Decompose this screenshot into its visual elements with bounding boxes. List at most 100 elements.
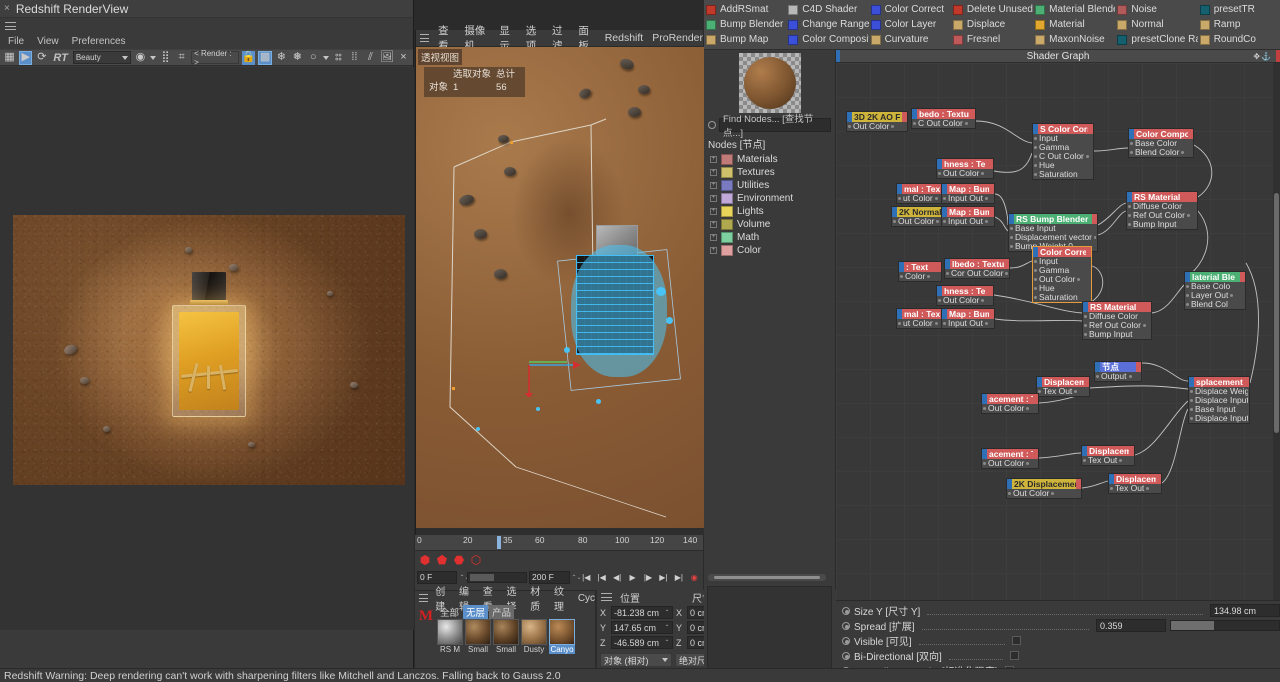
node-port[interactable]: Gamma — [1034, 266, 1090, 275]
key-point-icon[interactable]: ⬡ — [469, 553, 483, 567]
node-port[interactable]: ut Color — [898, 194, 944, 203]
node-tool-ramp[interactable]: Ramp — [1200, 17, 1280, 32]
node-tool-maxonnoise[interactable]: MaxonNoise — [1035, 32, 1115, 47]
pos-y-field[interactable]: 147.65 cm⌃ — [611, 621, 673, 634]
node-port[interactable]: Displace Weight — [1190, 387, 1248, 396]
node-bump-map-1[interactable]: Map : Bump Input Out — [941, 183, 995, 204]
hamburger-icon[interactable] — [5, 22, 16, 30]
viewport-scrollbar[interactable] — [416, 528, 704, 535]
close-icon[interactable]: × — [4, 3, 10, 14]
expand-node-icon[interactable]: + — [710, 156, 717, 163]
expand-node-icon[interactable]: + — [710, 195, 717, 202]
grid-icon[interactable]: ⣿ — [159, 51, 172, 65]
image-icon[interactable]: 🖼 — [380, 51, 394, 65]
node-port[interactable]: Out Color — [938, 169, 992, 178]
node-port[interactable]: Base Color — [1130, 139, 1192, 148]
material-tab-product[interactable]: 产品 — [489, 605, 514, 619]
node-port[interactable]: Hue — [1034, 284, 1090, 293]
close-small-icon[interactable]: × — [397, 51, 410, 65]
node-albedo-texture-2[interactable]: lbedo : Textur Cor Out Color — [944, 258, 1010, 279]
node-tool-presettr[interactable]: presetTR — [1200, 2, 1280, 17]
stepper-icon[interactable]: ⌃ — [664, 609, 670, 616]
chevron-down-icon[interactable] — [323, 56, 329, 60]
node-port[interactable]: ut Color — [898, 319, 944, 328]
node-3d-2k-ao[interactable]: 3D 2K AO F Out Color — [846, 111, 908, 132]
node-color-correct-2[interactable]: Color Corre Input Gamma Out Color Hue Sa… — [1032, 246, 1092, 303]
keyframe-icon[interactable]: ⬣ — [452, 553, 466, 567]
node-port[interactable]: Layer Out — [1186, 291, 1244, 300]
record-key-icon[interactable]: ⬢ — [418, 553, 432, 567]
node-port[interactable]: Ref Out Color — [1084, 321, 1150, 330]
selection-handle[interactable] — [510, 141, 513, 144]
pixel-grid-icon[interactable]: ▩ — [258, 51, 271, 65]
node-albedo-texture-1[interactable]: bedo : Textu C Out Color — [911, 108, 976, 129]
node-displacement-texture-1[interactable]: acement : Te Out Color — [981, 393, 1039, 414]
play-icon[interactable]: ▶ — [19, 51, 32, 65]
menu-file[interactable]: File — [8, 36, 24, 47]
node-port[interactable]: Displacement vector — [1010, 233, 1096, 242]
renderview-canvas[interactable]: Frame 35: 2021-11-21 23:24:43 (55.79s) D… — [0, 67, 414, 630]
node-port[interactable]: Out Color — [893, 217, 947, 226]
node-tool-color-composite[interactable]: Color Composite — [788, 32, 868, 47]
lock-icon[interactable]: 🔒 — [242, 51, 256, 65]
node-port[interactable]: Diffuse Color — [1084, 312, 1150, 321]
node-category-materials[interactable]: +Materials — [704, 153, 835, 166]
node-bump-map-2[interactable]: Map : Bump Input Out — [941, 206, 995, 227]
node-port[interactable]: Diffuse Color — [1128, 202, 1196, 211]
go-to-end-icon[interactable]: ▶| — [672, 570, 685, 584]
node-panel-detail-area[interactable] — [707, 586, 832, 678]
node-port[interactable]: Out Color — [1008, 489, 1080, 498]
node-port[interactable]: Saturation — [1034, 170, 1092, 179]
node-port[interactable]: Input Out — [943, 194, 993, 203]
mm-menu-texture[interactable]: 纹理 — [554, 583, 571, 613]
snowflake-icon[interactable]: ❄ — [275, 51, 288, 65]
go-to-start-icon[interactable]: |◀ — [580, 570, 593, 584]
node-tool-material-blender[interactable]: Material Blender — [1035, 2, 1115, 17]
region-alt-icon[interactable]: ⁞⁞ — [348, 51, 361, 65]
node-port[interactable]: Out Color — [983, 459, 1037, 468]
crop-icon[interactable]: ⌗ — [175, 51, 188, 65]
node-tool-c4d-shader[interactable]: C4D Shader — [788, 2, 868, 17]
node-port[interactable]: C Out Color — [913, 119, 974, 128]
node-tool-addrsmat[interactable]: AddRSmat — [706, 2, 786, 17]
timeline-ruler[interactable]: 0 20 35 60 80 100 120 140 — [415, 535, 703, 551]
node-rs-material-1[interactable]: RS Material Diffuse Color Ref Out Color … — [1126, 191, 1198, 230]
node-port[interactable]: Tex Out — [1083, 456, 1133, 465]
material-tab-nolayer[interactable]: 无层 — [463, 605, 488, 619]
node-tool-change-range[interactable]: Change Range — [788, 17, 868, 32]
node-port[interactable]: Input Out — [943, 217, 993, 226]
node-category-volume[interactable]: +Volume — [704, 218, 835, 231]
node-material-blender[interactable]: laterial Ble Base Colo Layer Out Blend C… — [1184, 271, 1246, 310]
node-tool-delete-unused[interactable]: Delete Unused Node — [953, 2, 1033, 17]
prev-key-icon[interactable]: |◀ — [595, 570, 608, 584]
node-displacement-blender[interactable]: splacement Bl Displace Weight Displace I… — [1188, 376, 1250, 424]
circle-icon[interactable]: ○ — [307, 51, 320, 65]
expand-node-icon[interactable]: + — [710, 169, 717, 176]
stepper-icon[interactable]: ⌃ — [664, 624, 670, 631]
viewport-3d-scene[interactable]: 透视视图 选取对象 总计 对象 1 56 — [416, 47, 704, 535]
node-port[interactable]: Out Color — [1034, 275, 1090, 284]
start-frame-stepper[interactable]: ⌃⌄ — [459, 574, 465, 581]
node-port[interactable]: Blend Color — [1130, 148, 1192, 157]
hamburger-icon[interactable] — [420, 34, 429, 42]
node-tool-bump-map[interactable]: Bump Map — [706, 32, 786, 47]
node-output[interactable]: 节点 Output — [1094, 361, 1142, 382]
node-2k-displacement[interactable]: 2K Displacement Out Color — [1006, 478, 1082, 499]
node-normal-texture-2[interactable]: mal : Tex ut Color — [896, 308, 946, 329]
node-port[interactable]: Tex Out — [1110, 484, 1160, 493]
pos-z-field[interactable]: -46.589 cm⌃ — [611, 636, 673, 649]
material-item[interactable]: Dusty — [521, 619, 547, 654]
axis-gizmo[interactable] — [521, 337, 581, 397]
menu-view[interactable]: View — [37, 36, 59, 47]
menu-preferences[interactable]: Preferences — [72, 36, 126, 47]
node-port[interactable]: Out Color — [983, 404, 1037, 413]
end-frame-stepper[interactable]: ⌃⌄ — [572, 574, 578, 581]
node-port[interactable]: Gamma — [1034, 143, 1092, 152]
node-texture-small[interactable]: : Text Color — [898, 261, 942, 282]
bidirectional-checkbox[interactable] — [1010, 651, 1019, 660]
node-port[interactable]: Bump Input — [1084, 330, 1150, 339]
expand-node-icon[interactable]: + — [710, 247, 717, 254]
play-icon[interactable]: ▶ — [626, 570, 639, 584]
node-port[interactable]: Output — [1096, 372, 1140, 381]
node-displacement-2[interactable]: Displacem Tex Out — [1081, 445, 1135, 466]
